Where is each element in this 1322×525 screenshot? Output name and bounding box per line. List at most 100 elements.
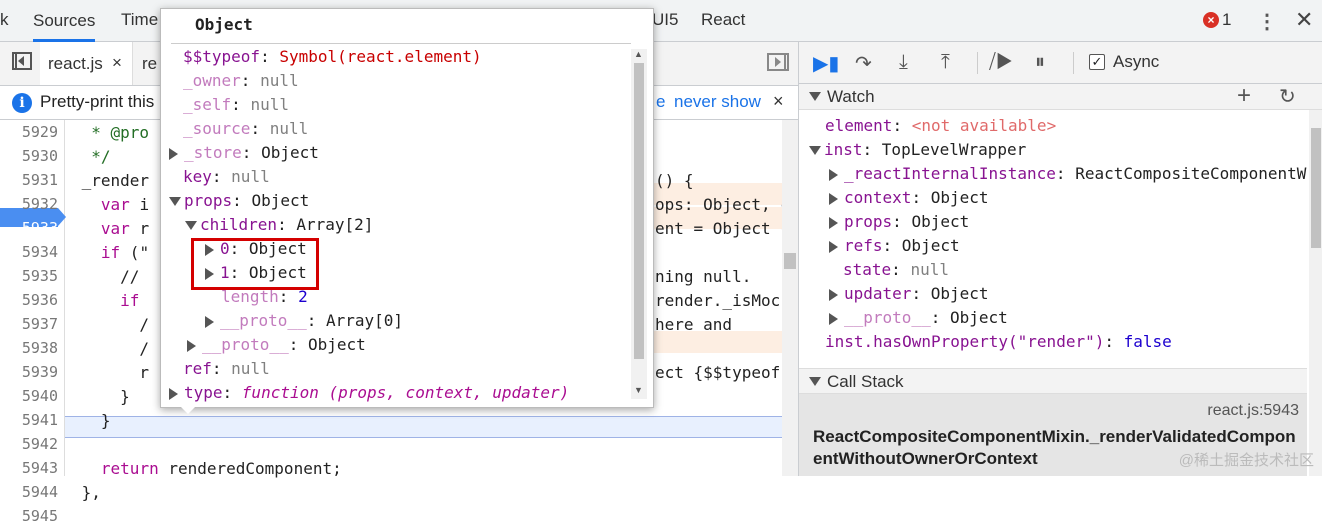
step-into-icon[interactable]: ⤓ [899,51,908,74]
close-tab-icon[interactable]: × [112,53,122,73]
code-line: } [72,411,111,430]
watch-separator: : [882,236,902,255]
line-number[interactable]: 5931 [0,171,58,189]
resume-icon[interactable]: ▶▮ [813,51,839,76]
line-number[interactable]: 5940 [0,387,58,405]
popover-property-row[interactable]: __proto__: Array[0] [205,311,403,330]
code-line: return renderedComponent; [100,459,342,478]
watch-expression-row[interactable]: _reactInternalInstance: ReactCompositeCo… [829,164,1306,183]
add-watch-icon[interactable]: + [1237,82,1251,110]
execution-line-highlight [64,416,782,438]
watch-expression-row[interactable]: inst.hasOwnProperty("render"): false [825,332,1172,351]
toolbar-separator [1073,52,1074,74]
line-number[interactable]: 5945 [0,507,58,525]
property-key: _store [184,143,242,162]
popover-property-row[interactable]: _store: Object [169,143,319,162]
line-number[interactable]: 5930 [0,147,58,165]
watch-expression-row[interactable]: inst: TopLevelWrapper [809,140,1026,159]
step-out-icon[interactable]: ⤒ [941,51,950,74]
tab-timeline[interactable]: Time [121,10,158,30]
line-number[interactable]: 5934 [0,243,58,261]
watch-expression-row[interactable]: refs: Object [829,236,960,255]
watermark: @稀土掘金技术社区 [1178,452,1314,469]
scroll-up-arrow-icon[interactable]: ▲ [634,49,643,59]
tab-partial-k[interactable]: k [0,10,9,30]
collapsed-triangle-icon[interactable] [829,192,838,205]
line-number[interactable]: 5929 [0,123,58,141]
scroll-down-arrow-icon[interactable]: ▼ [634,385,643,395]
collapse-triangle-icon[interactable] [809,92,821,101]
call-stack-header[interactable]: Call Stack [799,368,1307,394]
watch-key: inst [824,140,863,159]
watch-expression-row[interactable]: element: <not available> [825,116,1056,135]
collapsed-triangle-icon[interactable] [169,147,178,160]
popover-scrollbar-thumb[interactable] [634,63,644,359]
collapsed-triangle-icon[interactable] [829,168,838,181]
watch-expression-row[interactable]: props: Object [829,212,969,231]
code-scrollbar-thumb[interactable] [784,253,796,269]
watch-expression-row[interactable]: __proto__: Object [829,308,1008,327]
refresh-watch-icon[interactable]: ↻ [1279,84,1296,109]
call-frame-location[interactable]: react.js:5943 [1207,402,1299,420]
collapsed-triangle-icon[interactable] [829,288,838,301]
error-icon[interactable]: × [1203,12,1219,28]
close-devtools-icon[interactable]: ✕ [1295,7,1313,33]
property-separator: : [222,383,242,402]
popover-property-row[interactable]: type: function (props, context, updater) [169,383,569,402]
watch-expression-row[interactable]: state: null [843,260,949,279]
line-number[interactable]: 5936 [0,291,58,309]
watch-expression-row[interactable]: updater: Object [829,284,989,303]
collapsed-triangle-icon[interactable] [829,312,838,325]
expanded-triangle-icon[interactable] [809,146,821,155]
tab-sources[interactable]: Sources [33,0,96,42]
file-tab-react-js[interactable]: react.js × [40,42,133,85]
property-separator: : [240,71,261,90]
popover-property-row: ref: null [183,359,270,378]
tab-react[interactable]: React [701,10,745,30]
collapsed-triangle-icon[interactable] [829,216,838,229]
step-over-icon[interactable]: ↷ [855,51,872,76]
code-line: }, [72,483,101,502]
line-number[interactable]: 5937 [0,315,58,333]
sidebar-scrollbar-thumb[interactable] [1311,128,1321,248]
more-options-icon[interactable]: ⋮ [1257,9,1277,34]
async-checkbox[interactable]: ✓ [1089,54,1105,70]
popover-property-row[interactable]: props: Object [169,191,309,210]
expanded-triangle-icon[interactable] [185,221,197,230]
line-number[interactable]: 5932 [0,195,58,213]
file-tab-second[interactable]: re [142,54,157,74]
collapsed-triangle-icon[interactable] [829,240,838,253]
code-line: */ [72,147,111,166]
line-number[interactable]: 5942 [0,435,58,453]
pause-on-exceptions-icon[interactable]: ⏸ [1035,51,1045,74]
toggle-navigator-icon[interactable] [12,52,32,70]
line-number[interactable]: 5941 [0,411,58,429]
line-number[interactable]: 5935 [0,267,58,285]
collapse-triangle-icon[interactable] [809,377,821,386]
watch-expression-row[interactable]: context: Object [829,188,989,207]
watch-separator: : [862,140,882,159]
line-number[interactable]: 5933 [0,219,58,237]
popover-property-row[interactable]: __proto__: Object [187,335,366,354]
close-infobar-icon[interactable]: × [773,91,784,112]
popover-property-row[interactable]: children: Array[2] [185,215,373,234]
object-preview-popover[interactable]: Object $$typeof: Symbol(react.element) _o… [160,8,654,408]
watch-section-header[interactable]: Watch + ↻ [799,82,1322,110]
error-count[interactable]: 1 [1222,10,1231,30]
code-scrollbar[interactable] [782,120,798,476]
toggle-debugger-icon[interactable] [767,53,789,71]
infobar-link-fragment[interactable]: e [656,92,665,112]
collapsed-triangle-icon[interactable] [169,387,178,400]
expanded-triangle-icon[interactable] [169,197,181,206]
line-number[interactable]: 5938 [0,339,58,357]
never-show-link[interactable]: never show [674,92,761,112]
line-number-gutter[interactable]: 5929 5930 5931 5932 5933 5934 5935 5936 5937 5938… [0,120,66,525]
tab-ui5[interactable]: UI5 [652,10,678,30]
code-line: _render [72,171,150,190]
collapsed-triangle-icon[interactable] [187,339,196,352]
line-number[interactable]: 5939 [0,363,58,381]
line-number[interactable]: 5944 [0,483,58,501]
deactivate-breakpoints-icon[interactable]: ⧸▶ [989,51,1014,74]
collapsed-triangle-icon[interactable] [205,315,214,328]
line-number[interactable]: 5943 [0,459,58,477]
